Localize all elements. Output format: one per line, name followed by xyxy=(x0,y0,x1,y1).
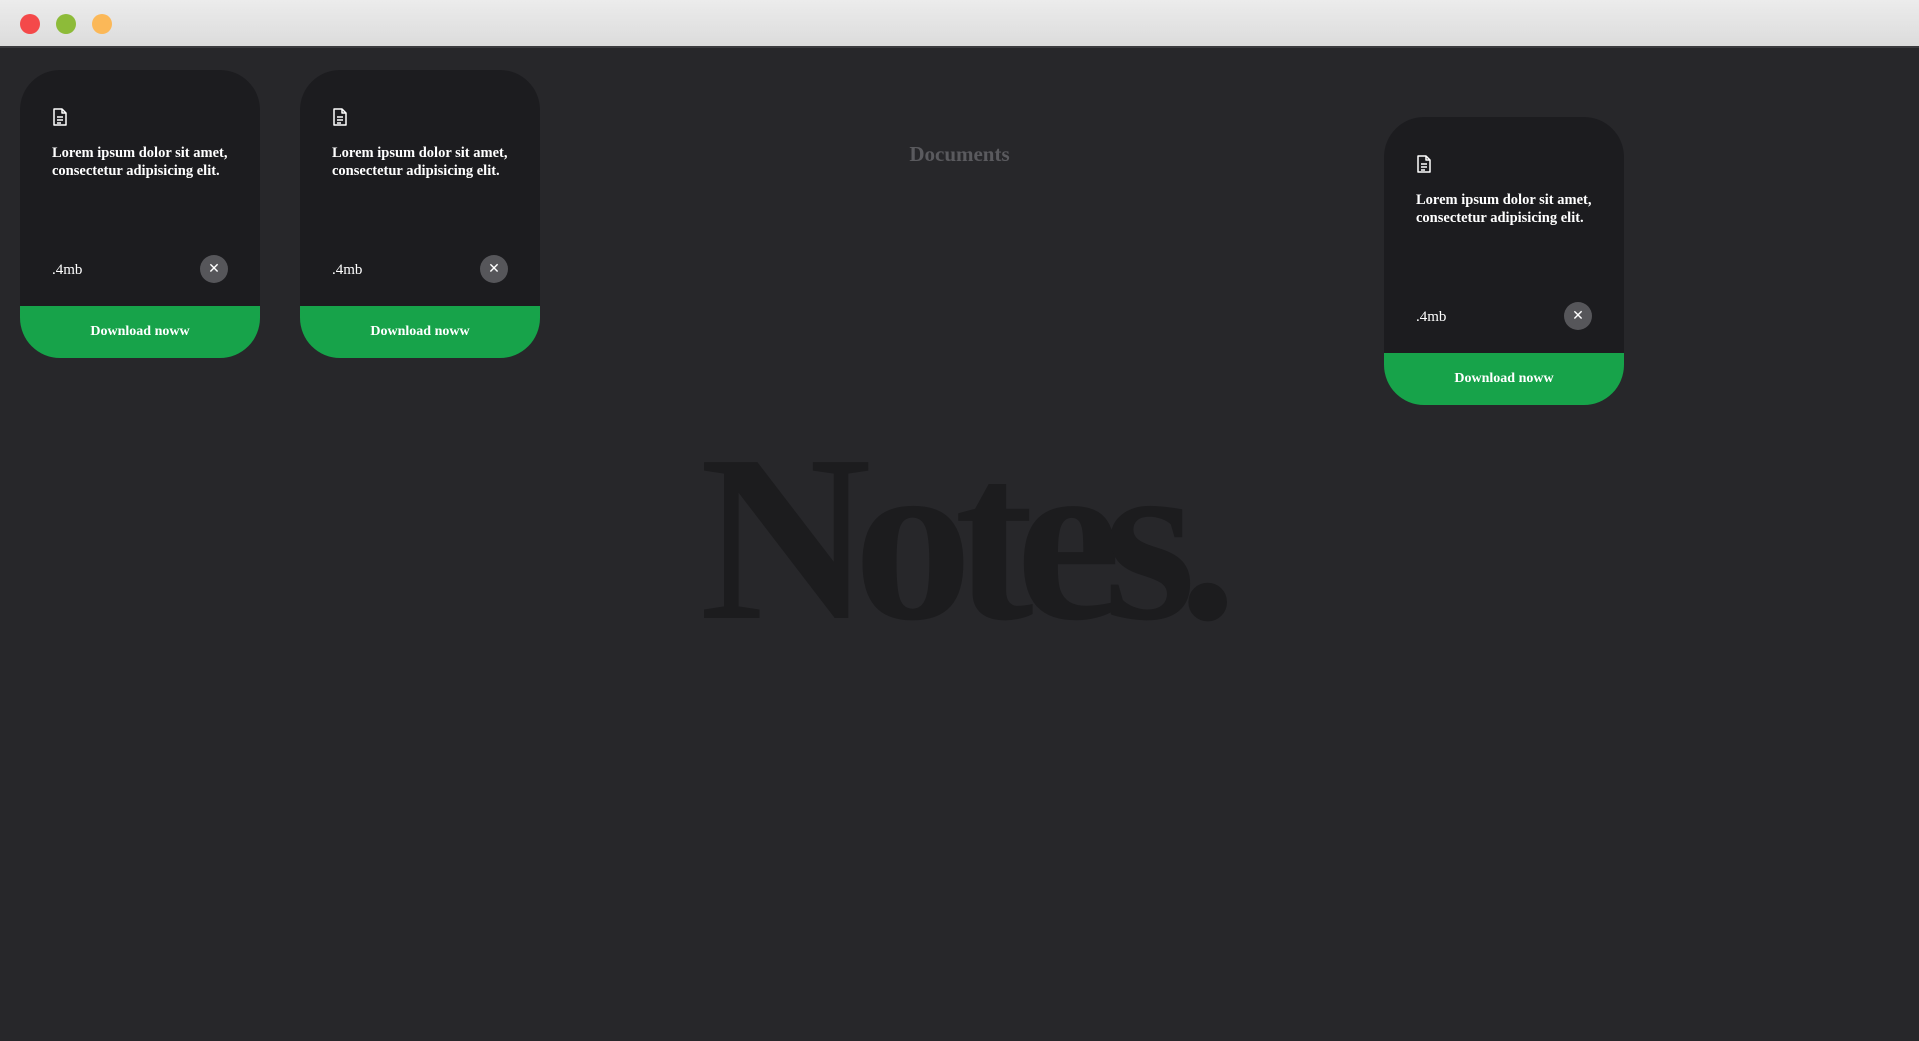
download-button[interactable]: Download noww xyxy=(1384,353,1624,405)
document-icon xyxy=(53,108,67,126)
card-description: Lorem ipsum dolor sit amet, consectetur … xyxy=(332,145,508,179)
zoom-window-button[interactable] xyxy=(92,14,112,34)
section-title: Documents xyxy=(909,142,1010,166)
minimize-window-button[interactable] xyxy=(56,14,76,34)
file-size: .4mb xyxy=(332,262,363,278)
download-button[interactable]: Download noww xyxy=(300,306,540,358)
close-card-button[interactable]: ✕ xyxy=(480,255,508,283)
close-card-button[interactable]: ✕ xyxy=(200,255,228,283)
close-card-button[interactable]: ✕ xyxy=(1564,302,1592,330)
window-titlebar xyxy=(0,0,1919,48)
document-icon xyxy=(333,108,347,126)
notes-watermark: Notes. xyxy=(699,407,1238,670)
close-icon: ✕ xyxy=(488,261,500,277)
file-size: .4mb xyxy=(52,262,83,278)
close-window-button[interactable] xyxy=(20,14,40,34)
card-description: Lorem ipsum dolor sit amet, consectetur … xyxy=(52,145,228,179)
card-description: Lorem ipsum dolor sit amet, consectetur … xyxy=(1416,192,1592,226)
download-button[interactable]: Download noww xyxy=(20,306,260,358)
document-card: Lorem ipsum dolor sit amet, consectetur … xyxy=(1384,117,1624,405)
close-icon: ✕ xyxy=(208,261,220,277)
file-size: .4mb xyxy=(1416,309,1447,325)
close-icon: ✕ xyxy=(1572,308,1584,324)
document-icon xyxy=(1417,155,1431,173)
document-card: Lorem ipsum dolor sit amet, consectetur … xyxy=(300,70,540,358)
main-stage: Notes. Documents Lorem ipsum dolor sit a… xyxy=(0,50,1919,1041)
document-card: Lorem ipsum dolor sit amet, consectetur … xyxy=(20,70,260,358)
